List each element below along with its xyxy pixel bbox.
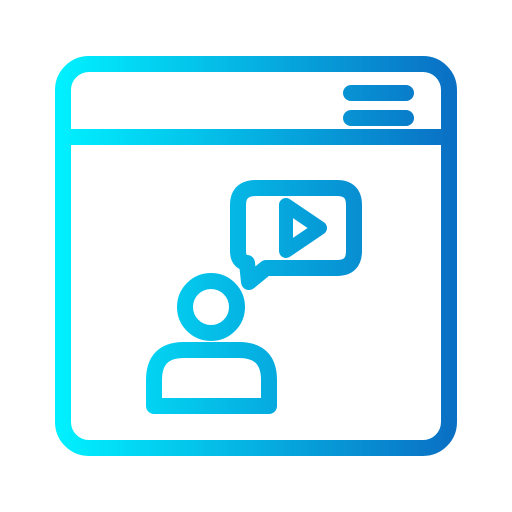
speech-bubble-outline <box>230 180 362 290</box>
user-head <box>177 273 245 341</box>
icon-canvas <box>0 0 512 512</box>
user-body <box>146 342 277 414</box>
user-icon <box>146 273 277 414</box>
video-call-browser-icon <box>55 56 457 456</box>
play-triangle <box>279 198 327 258</box>
play-icon[interactable] <box>279 198 327 258</box>
speech-bubble-icon <box>230 180 362 290</box>
menu-icon[interactable] <box>343 85 414 126</box>
